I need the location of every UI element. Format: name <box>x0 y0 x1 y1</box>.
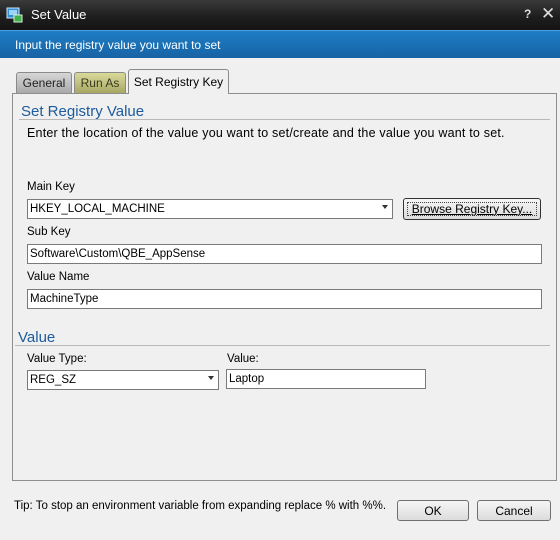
app-icon <box>6 7 23 23</box>
instruction-text: Enter the location of the value you want… <box>27 126 505 140</box>
help-button[interactable]: ? <box>524 7 531 21</box>
value-name-label: Value Name <box>27 271 90 283</box>
section-title-registry: Set Registry Value <box>21 103 145 120</box>
chevron-down-icon <box>382 205 388 209</box>
value-label: Value: <box>227 353 259 365</box>
main-key-value: HKEY_LOCAL_MACHINE <box>30 203 165 215</box>
tab-run-as[interactable]: Run As <box>74 72 126 93</box>
browse-registry-key-button[interactable]: Browse Registry Key... <box>403 198 541 220</box>
main-key-label: Main Key <box>27 181 75 193</box>
tab-set-registry-key[interactable]: Set Registry Key <box>128 69 229 94</box>
value-name-input[interactable]: MachineType <box>27 289 542 309</box>
instruction-banner: Input the registry value you want to set <box>0 30 560 58</box>
value-type-label: Value Type: <box>27 353 87 365</box>
sub-key-input[interactable]: Software\Custom\QBE_AppSense <box>27 244 542 264</box>
banner-text: Input the registry value you want to set <box>15 38 221 52</box>
section-title-value: Value <box>18 329 56 346</box>
tip-text: Tip: To stop an environment variable fro… <box>14 500 387 512</box>
section-divider <box>15 345 550 346</box>
main-key-dropdown[interactable]: HKEY_LOCAL_MACHINE <box>27 199 393 219</box>
tab-general[interactable]: General <box>16 72 72 93</box>
ok-button[interactable]: OK <box>397 500 469 521</box>
window-title: Set Value <box>31 7 87 22</box>
chevron-down-icon <box>208 376 214 380</box>
value-type-value: REG_SZ <box>30 374 77 386</box>
cancel-button[interactable]: Cancel <box>477 500 551 521</box>
close-button[interactable]: ✕ <box>541 4 555 24</box>
value-type-dropdown[interactable]: REG_SZ <box>27 370 219 390</box>
section-divider <box>19 119 550 120</box>
browse-button-label: Browse Registry Key... <box>411 202 533 216</box>
value-input[interactable]: Laptop <box>226 369 426 389</box>
title-bar: Set Value ? ✕ <box>0 0 560 30</box>
tab-panel <box>12 93 557 481</box>
sub-key-label: Sub Key <box>27 226 71 238</box>
